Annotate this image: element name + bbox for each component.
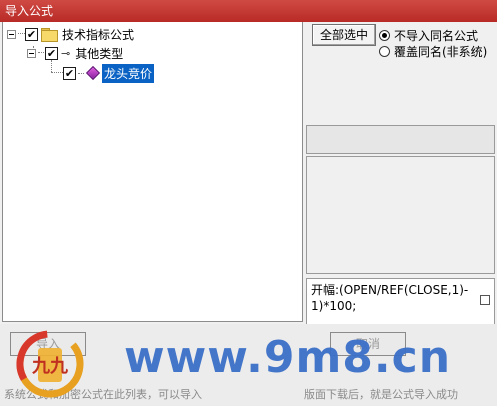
radio-skip-duplicates[interactable]: 不导入同名公式 bbox=[379, 27, 478, 44]
cancel-button[interactable]: 取消 bbox=[330, 332, 406, 356]
preview-area bbox=[306, 156, 495, 274]
window-title: 导入公式 bbox=[5, 4, 54, 18]
leaf-checkbox[interactable]: ✔ bbox=[63, 66, 76, 80]
child-checkbox[interactable]: ✔ bbox=[45, 46, 58, 60]
import-button[interactable]: 导入 bbox=[10, 332, 86, 356]
folder-icon bbox=[41, 28, 58, 42]
tree-node-leaf[interactable]: ✔ 龙头竞价 bbox=[63, 63, 155, 83]
tree-node-label: 技术指标公式 bbox=[62, 27, 135, 42]
select-all-button[interactable]: 全部选中 bbox=[312, 24, 376, 46]
root-checkbox[interactable]: ✔ bbox=[25, 27, 38, 41]
gem-icon bbox=[85, 65, 101, 81]
formula-tree[interactable]: ✔ 技术指标公式 ✔ ⊸ 其他类型 ✔ 龙头竞价 bbox=[2, 22, 303, 322]
radio-off-icon[interactable] bbox=[379, 46, 390, 57]
tree-node-child[interactable]: ✔ ⊸ 其他类型 bbox=[27, 44, 123, 62]
radio-on-icon[interactable] bbox=[379, 30, 390, 41]
key-icon: ⊸ bbox=[61, 46, 71, 60]
status-text-right: 版面下载后，就是公式导入成功 bbox=[304, 388, 458, 401]
status-text-left: 系统公式和加密公式在此列表，可以导入 bbox=[4, 388, 202, 401]
tree-node-label-selected[interactable]: 龙头竞价 bbox=[102, 63, 155, 83]
collapse-icon[interactable] bbox=[7, 29, 16, 39]
radio-skip-label: 不导入同名公式 bbox=[394, 29, 479, 43]
tree-node-label: 其他类型 bbox=[75, 46, 124, 61]
radio-overwrite-duplicates[interactable]: 覆盖同名(非系统) bbox=[379, 43, 487, 60]
description-field bbox=[306, 125, 495, 154]
tree-connector bbox=[78, 72, 84, 74]
collapse-icon[interactable] bbox=[27, 48, 36, 58]
formula-text-box[interactable]: 开幅:(OPEN/REF(CLOSE,1)-1)*100; bbox=[306, 278, 495, 326]
formula-text: 开幅:(OPEN/REF(CLOSE,1)-1)*100; bbox=[311, 283, 469, 313]
radio-overwrite-label: 覆盖同名(非系统) bbox=[394, 45, 488, 59]
tree-node-root[interactable]: ✔ 技术指标公式 bbox=[7, 25, 134, 43]
tree-connector bbox=[51, 72, 63, 73]
formula-checkbox[interactable] bbox=[480, 295, 490, 305]
bottom-bar: 导入 取消 系统公式和加密公式在此列表，可以导入 版面下载后，就是公式导入成功 bbox=[0, 324, 497, 406]
window-titlebar: 导入公式 bbox=[0, 0, 497, 22]
